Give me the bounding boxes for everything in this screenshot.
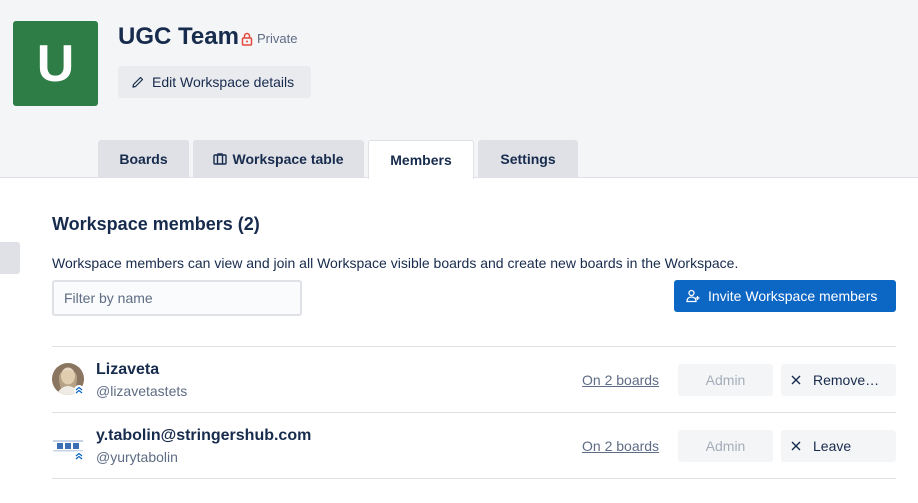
table-icon xyxy=(213,153,228,165)
edit-workspace-button[interactable]: Edit Workspace details xyxy=(118,66,311,98)
tab-boards[interactable]: Boards xyxy=(98,140,189,178)
workspace-name: UGC Team xyxy=(118,23,239,50)
remove-member-button[interactable]: Remove… xyxy=(781,364,896,396)
remove-member-label: Remove… xyxy=(813,372,880,388)
admin-role-button[interactable]: Admin xyxy=(678,430,773,462)
tab-workspace-table-label: Workspace table xyxy=(232,151,344,167)
tab-settings-label: Settings xyxy=(500,151,556,167)
invite-members-button[interactable]: Invite Workspace members xyxy=(674,280,896,312)
leave-workspace-button[interactable]: Leave xyxy=(781,430,896,462)
privacy-label: Private xyxy=(257,31,298,46)
member-boards-link[interactable]: On 2 boards xyxy=(582,438,659,454)
lock-icon xyxy=(241,32,253,46)
privacy-badge[interactable]: Private xyxy=(241,31,297,46)
close-icon xyxy=(791,441,801,451)
invite-members-label: Invite Workspace members xyxy=(708,288,878,304)
members-section-title: Workspace members (2) xyxy=(52,214,260,234)
pencil-icon xyxy=(132,76,144,88)
member-boards-link[interactable]: On 2 boards xyxy=(582,372,659,388)
sidebar-toggle[interactable] xyxy=(0,242,20,274)
admin-chevron-icon xyxy=(74,451,84,461)
tab-members[interactable]: Members xyxy=(368,140,474,179)
member-name: y.tabolin@stringershub.com xyxy=(96,427,312,444)
close-icon xyxy=(791,375,801,385)
member-handle: @yurytabolin xyxy=(96,449,178,465)
member-handle: @lizavetastets xyxy=(96,383,188,399)
divider xyxy=(52,478,896,479)
add-person-icon xyxy=(686,289,700,303)
tab-workspace-table[interactable]: Workspace table xyxy=(193,140,364,178)
admin-role-button[interactable]: Admin xyxy=(678,364,773,396)
leave-workspace-label: Leave xyxy=(813,438,852,454)
tab-members-label: Members xyxy=(390,152,452,168)
workspace-logo: U xyxy=(13,21,98,106)
admin-chevron-icon xyxy=(74,385,84,395)
filter-by-name-input[interactable] xyxy=(52,280,302,316)
edit-workspace-label: Edit Workspace details xyxy=(152,74,295,90)
workspace-logo-letter: U xyxy=(36,34,75,93)
member-name: Lizaveta xyxy=(96,361,160,378)
member-row: y.tabolin@stringershub.com @yurytabolin … xyxy=(52,413,896,479)
members-section-description: Workspace members can view and join all … xyxy=(52,255,739,271)
tab-settings[interactable]: Settings xyxy=(478,140,578,178)
tab-boards-label: Boards xyxy=(119,151,168,167)
member-row: Lizaveta @lizavetastets On 2 boards Admi… xyxy=(52,347,896,413)
workspace-header: U UGC Team Private Edit Workspace detail… xyxy=(0,0,918,179)
